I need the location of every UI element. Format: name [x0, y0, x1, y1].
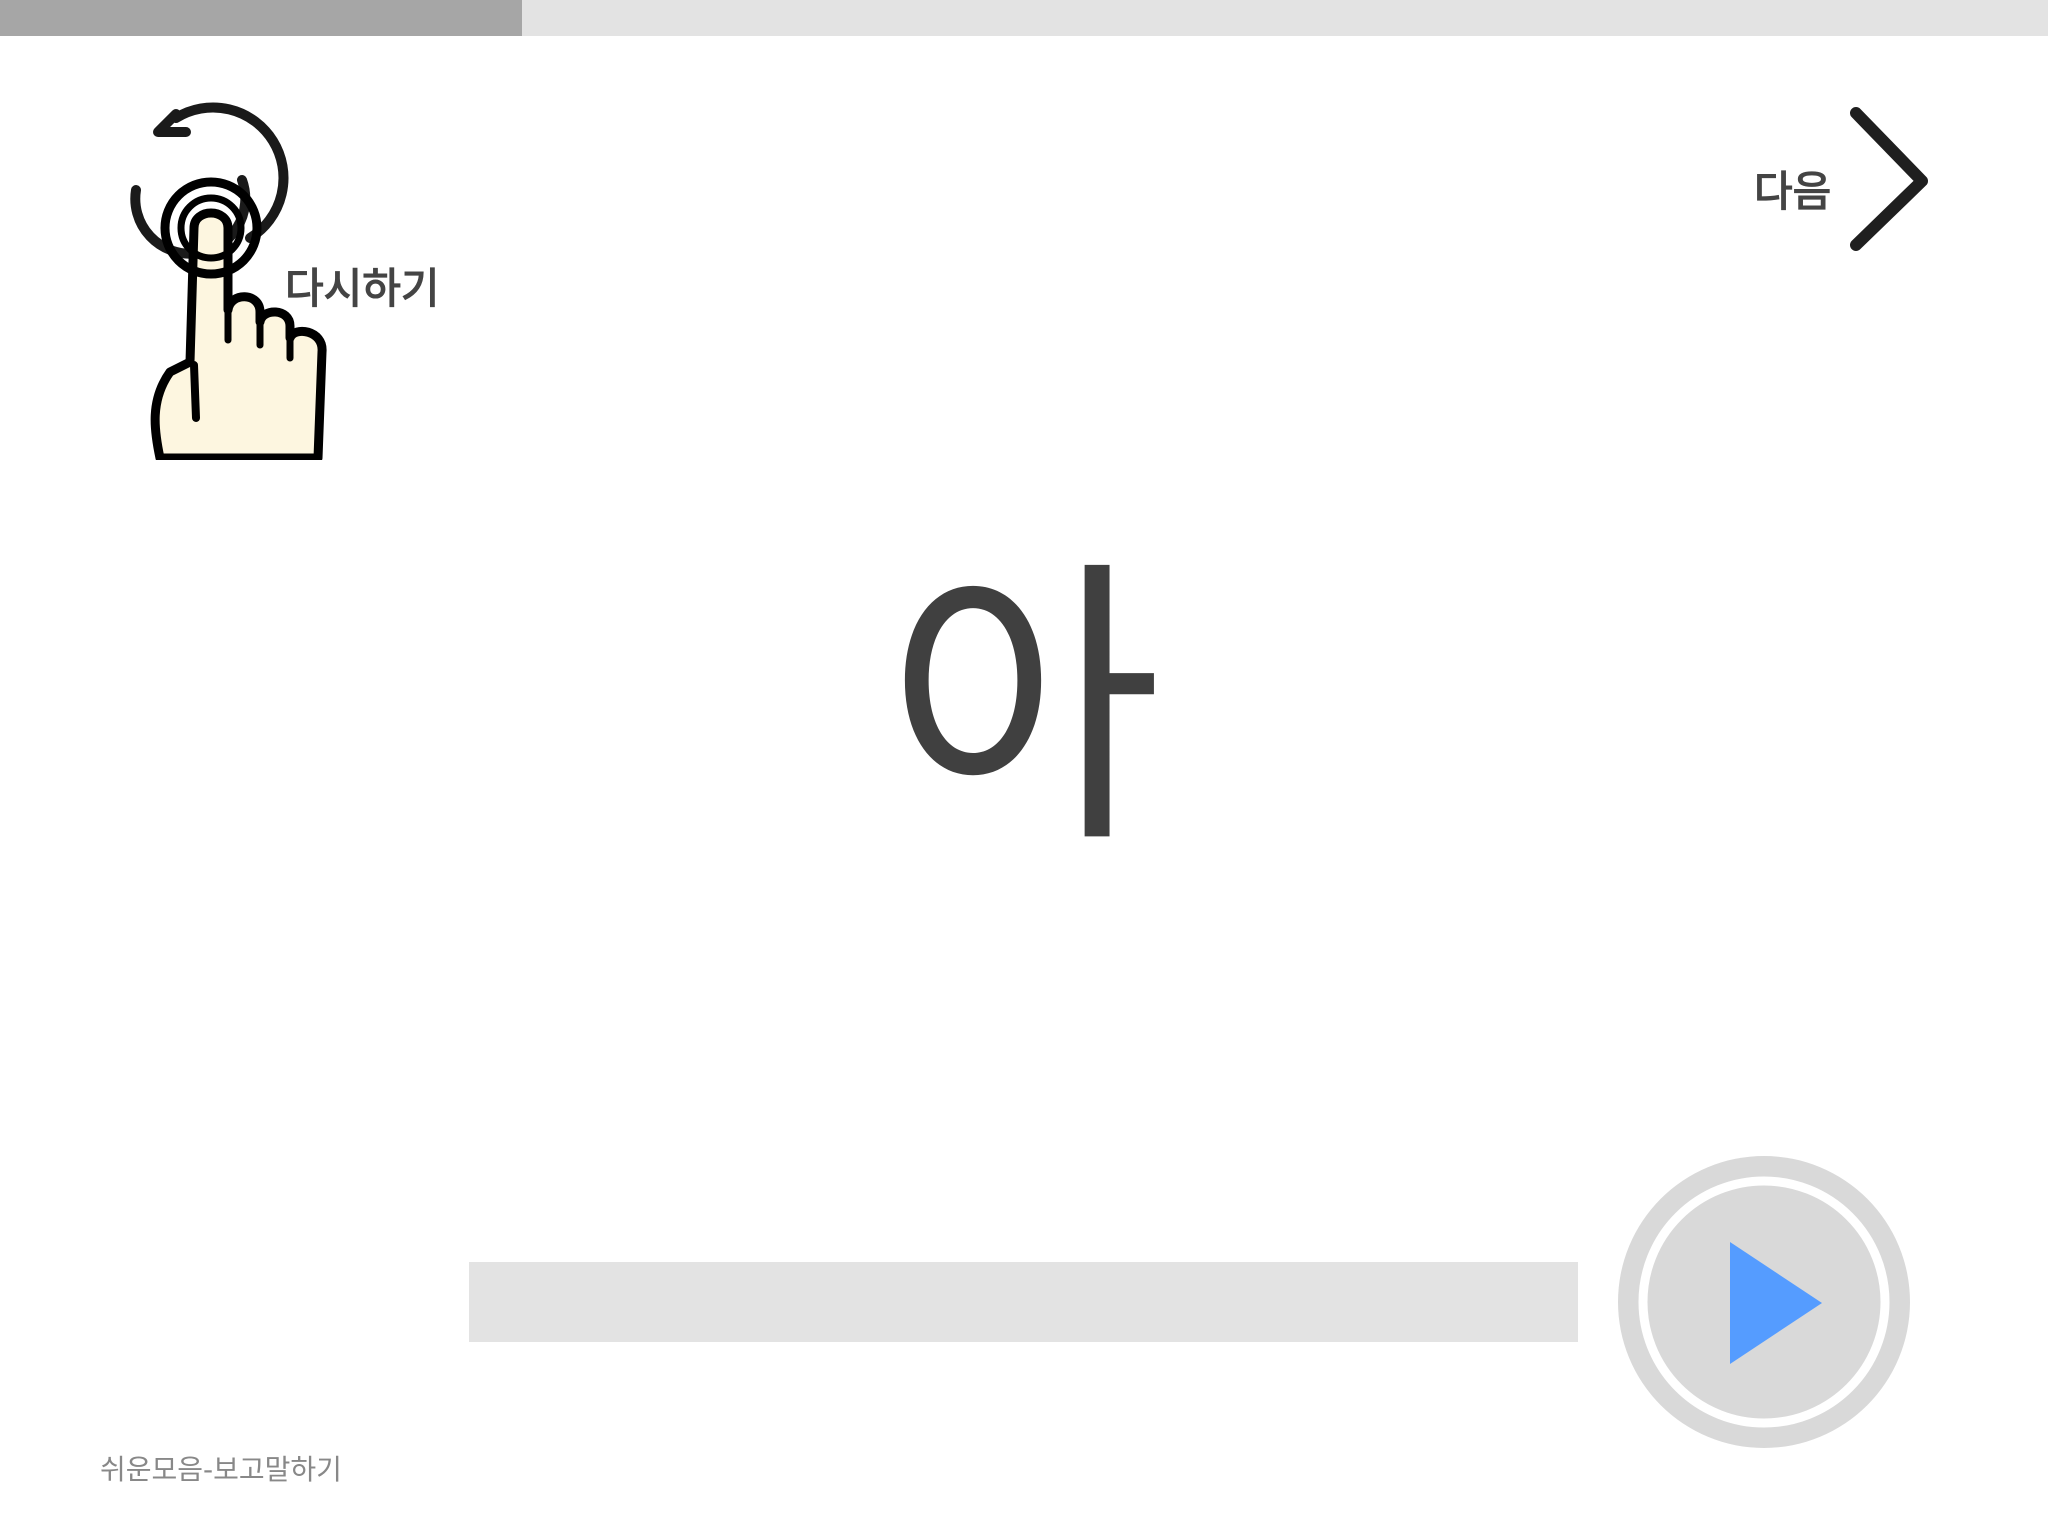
lesson-progress-fill — [0, 0, 523, 36]
replay-button[interactable]: 다시하기 — [110, 100, 470, 460]
chevron-right-icon — [1850, 107, 1928, 251]
next-label: 다음 — [1754, 167, 1832, 216]
syllable-card: 아 — [886, 535, 1162, 884]
lesson-caption: 쉬운모음-보고말하기 — [100, 1453, 342, 1486]
lesson-progress-bar — [0, 0, 2048, 36]
play-button[interactable] — [1618, 1156, 1910, 1448]
next-button[interactable]: 다음 — [1740, 105, 1930, 255]
audio-progress-bar[interactable] — [469, 1262, 1578, 1342]
lesson-screen: 다시하기 다음 아 쉬운모음-보고말하기 — [0, 0, 2048, 1536]
replay-label: 다시하기 — [285, 264, 440, 313]
play-icon — [1618, 1156, 1910, 1448]
